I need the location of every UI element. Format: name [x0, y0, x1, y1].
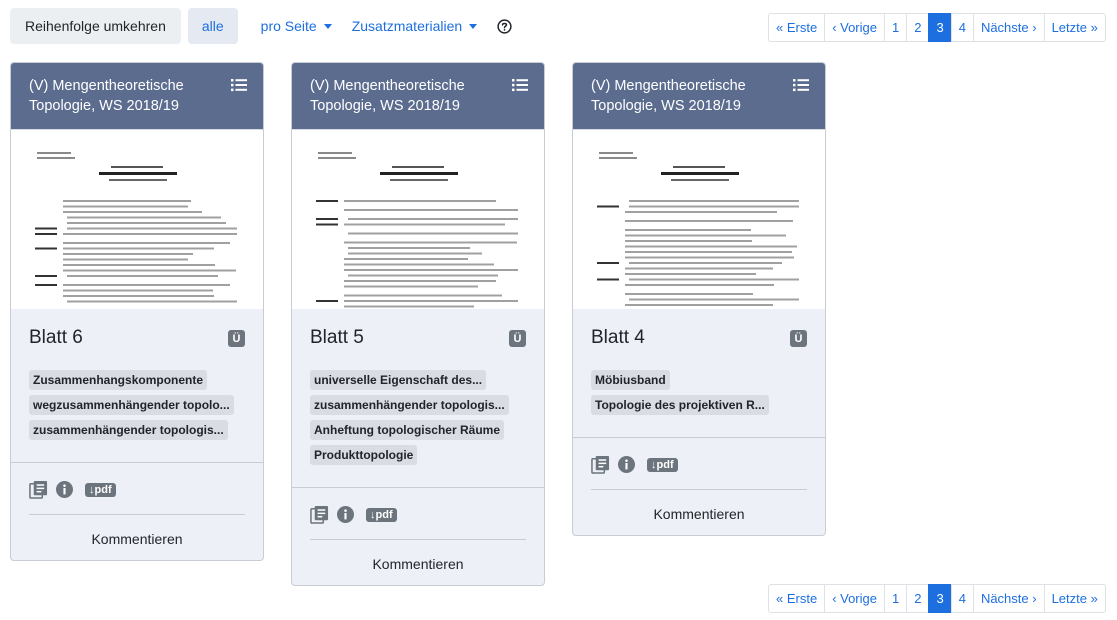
pdf-download-button[interactable]: ↓pdf [647, 457, 678, 472]
card-body: Blatt 5 Ü universelle Eigenschaft des...… [292, 309, 544, 470]
page-4[interactable]: 4 [950, 584, 974, 613]
extras-dropdown[interactable]: Zusatzmaterialien [352, 18, 478, 34]
show-all-button[interactable]: alle [187, 8, 238, 44]
collection-icon[interactable] [310, 505, 329, 524]
tag[interactable]: universelle Eigenschaft des... [310, 370, 487, 390]
exercise-badge: Ü [790, 330, 807, 347]
exercise-badge: Ü [228, 330, 245, 347]
tag[interactable]: zusammenhängender topologis... [29, 420, 228, 440]
page-last[interactable]: Letzte » [1043, 584, 1106, 613]
tag[interactable]: Möbiusband [591, 370, 670, 390]
comment-button[interactable]: Kommentieren [573, 490, 825, 535]
chevron-down-icon [469, 23, 478, 29]
page-last[interactable]: Letzte » [1043, 13, 1106, 42]
card-header: (V) Mengentheoretische Topologie, WS 201… [292, 63, 544, 129]
collection-icon[interactable] [591, 455, 610, 474]
page-2[interactable]: 2 [906, 584, 930, 613]
page-2[interactable]: 2 [906, 13, 930, 42]
list-icon[interactable] [793, 78, 809, 92]
sheet-thumbnail[interactable] [573, 129, 825, 309]
info-icon[interactable] [618, 456, 635, 473]
tag[interactable]: wegzusammenhängender topolo... [29, 395, 234, 415]
per-page-dropdown[interactable]: pro Seite [261, 18, 332, 34]
page-3-current[interactable]: 3 [928, 584, 952, 613]
tag[interactable]: Produkttopologie [310, 445, 418, 465]
pagination-top: « Erste ‹ Vorige 1 2 3 4 Nächste › Letzt… [768, 13, 1106, 42]
sheet-thumbnail[interactable] [292, 129, 544, 309]
tag-list: universelle Eigenschaft des... zusammenh… [310, 370, 526, 470]
pagination-bottom: « Erste ‹ Vorige 1 2 3 4 Nächste › Letzt… [768, 584, 1106, 613]
document-preview-image [597, 152, 799, 306]
collection-icon[interactable] [29, 480, 48, 499]
sheet-card[interactable]: (V) Mengentheoretische Topologie, WS 201… [572, 62, 826, 536]
document-preview-image [35, 152, 237, 303]
toolbar: Reihenfolge umkehren alle pro Seite Zusa… [10, 8, 512, 44]
card-body: Blatt 6 Ü Zusammenhangskomponente wegzus… [11, 309, 263, 445]
help-icon[interactable] [497, 18, 512, 34]
pdf-download-button[interactable]: ↓pdf [366, 507, 397, 522]
comment-button[interactable]: Kommentieren [292, 540, 544, 585]
document-preview-image [316, 152, 518, 308]
tag[interactable]: zusammenhängender topologis... [310, 395, 509, 415]
page-first[interactable]: « Erste [768, 13, 826, 42]
tag-list: Zusammenhangskomponente wegzusammenhänge… [29, 370, 245, 445]
sheet-title[interactable]: Blatt 5 [310, 326, 526, 350]
sheet-title[interactable]: Blatt 6 [29, 326, 245, 350]
page-1[interactable]: 1 [884, 584, 908, 613]
info-icon[interactable] [56, 481, 73, 498]
reverse-order-button[interactable]: Reihenfolge umkehren [10, 8, 181, 44]
per-page-label: pro Seite [260, 18, 317, 34]
exercise-badge: Ü [509, 330, 526, 347]
tag-list: Möbiusband Topologie des projektiven R..… [591, 370, 807, 420]
comment-button[interactable]: Kommentieren [11, 515, 263, 560]
card-actions: ↓pdf [573, 437, 825, 479]
page-4[interactable]: 4 [950, 13, 974, 42]
card-header: (V) Mengentheoretische Topologie, WS 201… [573, 63, 825, 129]
page-1[interactable]: 1 [884, 13, 908, 42]
sheet-card[interactable]: (V) Mengentheoretische Topologie, WS 201… [291, 62, 545, 586]
extras-label: Zusatzmaterialien [351, 18, 463, 34]
sheet-card[interactable]: (V) Mengentheoretische Topologie, WS 201… [10, 62, 264, 561]
course-title[interactable]: (V) Mengentheoretische Topologie, WS 201… [29, 76, 214, 116]
page-prev[interactable]: ‹ Vorige [824, 584, 885, 613]
tag[interactable]: Topologie des projektiven R... [591, 395, 769, 415]
page-first[interactable]: « Erste [768, 584, 826, 613]
list-icon[interactable] [512, 78, 528, 92]
card-header: (V) Mengentheoretische Topologie, WS 201… [11, 63, 263, 129]
page-next[interactable]: Nächste › [972, 584, 1045, 613]
list-icon[interactable] [231, 78, 247, 92]
info-icon[interactable] [337, 506, 354, 523]
chevron-down-icon [323, 23, 332, 29]
pdf-download-button[interactable]: ↓pdf [85, 482, 116, 497]
card-actions: ↓pdf [292, 487, 544, 529]
sheet-thumbnail[interactable] [11, 129, 263, 309]
sheet-title[interactable]: Blatt 4 [591, 326, 807, 350]
page-next[interactable]: Nächste › [972, 13, 1045, 42]
card-body: Blatt 4 Ü Möbiusband Topologie des proje… [573, 309, 825, 420]
course-title[interactable]: (V) Mengentheoretische Topologie, WS 201… [591, 76, 776, 116]
page-prev[interactable]: ‹ Vorige [824, 13, 885, 42]
tag[interactable]: Zusammenhangskomponente [29, 370, 208, 390]
course-title[interactable]: (V) Mengentheoretische Topologie, WS 201… [310, 76, 495, 116]
tag[interactable]: Anheftung topologischer Räume [310, 420, 504, 440]
card-actions: ↓pdf [11, 462, 263, 504]
page-3-current[interactable]: 3 [928, 13, 952, 42]
